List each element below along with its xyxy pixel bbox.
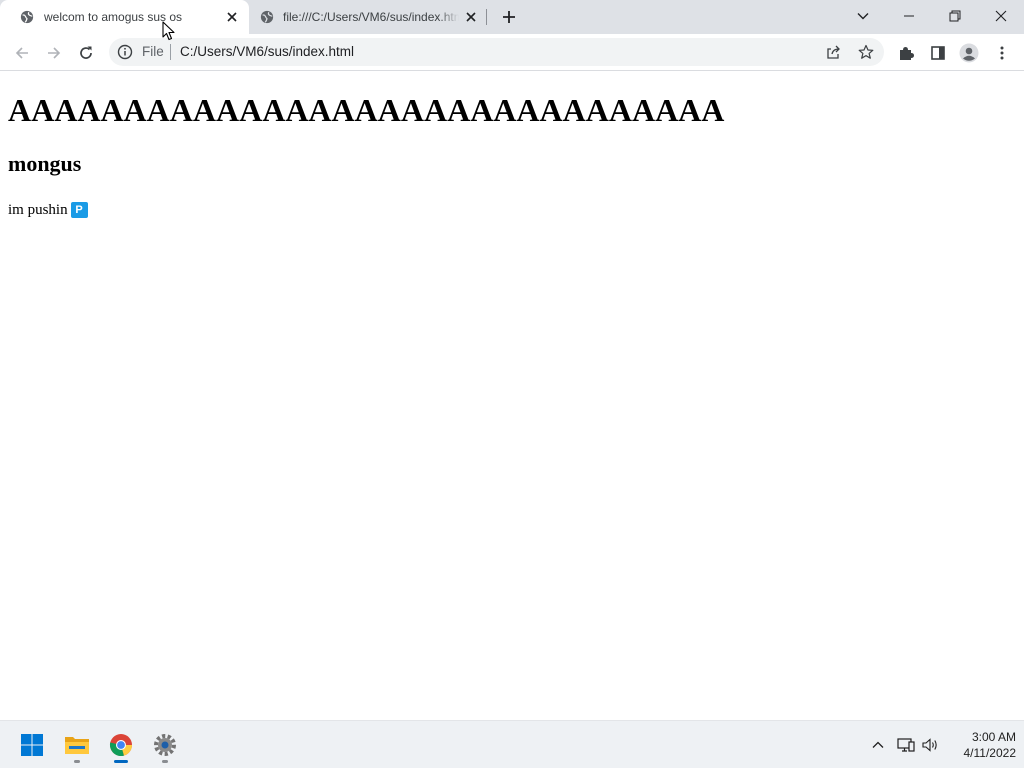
start-icon	[21, 734, 43, 756]
browser-toolbar: File C:/Users/VM6/sus/index.html	[0, 34, 1024, 71]
page-paragraph: im pushin P	[8, 201, 88, 219]
share-icon[interactable]	[825, 44, 841, 60]
close-window-button[interactable]	[978, 0, 1024, 32]
paragraph-text: im pushin	[8, 202, 68, 218]
tab-divider	[486, 9, 487, 25]
chevron-up-icon	[872, 741, 884, 748]
taskbar: 3:00 AM 4/11/2022	[0, 720, 1024, 768]
network-icon	[897, 738, 915, 752]
tab-search-button[interactable]	[840, 0, 886, 32]
new-tab-plus-icon[interactable]	[500, 8, 518, 26]
tab-title: welcom to amogus sus os	[44, 10, 183, 24]
omnibox-divider	[170, 44, 171, 60]
tab-title: file:///C:/Users/VM6/sus/index.html	[283, 10, 459, 24]
restore-icon	[949, 10, 961, 22]
start-button[interactable]	[14, 727, 50, 763]
close-icon	[995, 10, 1007, 22]
page-subheading: mongus	[8, 151, 82, 176]
menu-button[interactable]	[988, 39, 1016, 67]
settings-icon	[154, 734, 176, 756]
volume-icon	[922, 738, 937, 752]
close-icon[interactable]	[463, 9, 479, 25]
arrow-right-icon	[48, 47, 61, 59]
running-indicator	[74, 760, 80, 763]
settings-taskbar-button[interactable]	[147, 727, 183, 763]
taskbar-clock[interactable]: 3:00 AM 4/11/2022	[940, 729, 1017, 761]
url-text[interactable]: C:/Users/VM6/sus/index.html	[180, 44, 354, 59]
tab-inactive[interactable]: file:///C:/Users/VM6/sus/index.html	[249, 0, 487, 34]
chrome-taskbar-button[interactable]	[103, 727, 139, 763]
info-icon[interactable]	[117, 44, 133, 60]
network-button[interactable]	[896, 735, 916, 755]
side-panel-icon	[931, 46, 945, 60]
bookmark-star-icon[interactable]	[858, 44, 874, 60]
back-button[interactable]	[8, 39, 36, 67]
running-indicator	[114, 760, 128, 763]
profile-avatar-icon	[959, 43, 979, 63]
extensions-button[interactable]	[892, 39, 920, 67]
tab-strip: welcom to amogus sus os file:///C:/Users…	[0, 0, 1024, 34]
file-explorer-button[interactable]	[59, 727, 95, 763]
globe-icon	[260, 10, 274, 24]
chrome-icon	[109, 734, 133, 757]
forward-button[interactable]	[40, 39, 68, 67]
minimize-button[interactable]	[886, 0, 932, 32]
more-vertical-icon	[1000, 46, 1004, 60]
mouse-cursor-icon	[162, 21, 175, 41]
reload-icon	[80, 46, 92, 59]
puzzle-icon	[900, 47, 914, 60]
reload-button[interactable]	[72, 39, 100, 67]
address-bar[interactable]: File C:/Users/VM6/sus/index.html	[109, 38, 884, 66]
profile-button[interactable]	[955, 39, 983, 67]
arrow-left-icon	[15, 47, 28, 59]
volume-button[interactable]	[920, 735, 940, 755]
restore-button[interactable]	[932, 0, 978, 32]
tab-active[interactable]: welcom to amogus sus os	[0, 0, 249, 34]
clock-date: 4/11/2022	[963, 746, 1017, 760]
page-heading: AAAAAAAAAAAAAAAAAAAAAAAAAAAAAAA	[8, 92, 725, 128]
site-scheme-label[interactable]: File	[142, 44, 164, 59]
globe-icon	[20, 10, 34, 24]
web-page-content: AAAAAAAAAAAAAAAAAAAAAAAAAAAAAAA mongus i…	[0, 72, 1024, 720]
clock-time: 3:00 AM	[971, 730, 1016, 744]
close-icon[interactable]	[224, 9, 240, 25]
show-hidden-icons-button[interactable]	[868, 735, 888, 755]
chevron-down-icon	[857, 13, 869, 20]
minimize-icon	[904, 15, 914, 17]
file-explorer-icon	[65, 737, 89, 754]
side-panel-button[interactable]	[924, 39, 952, 67]
parking-emoji: P	[70, 202, 88, 218]
running-indicator	[162, 760, 168, 763]
